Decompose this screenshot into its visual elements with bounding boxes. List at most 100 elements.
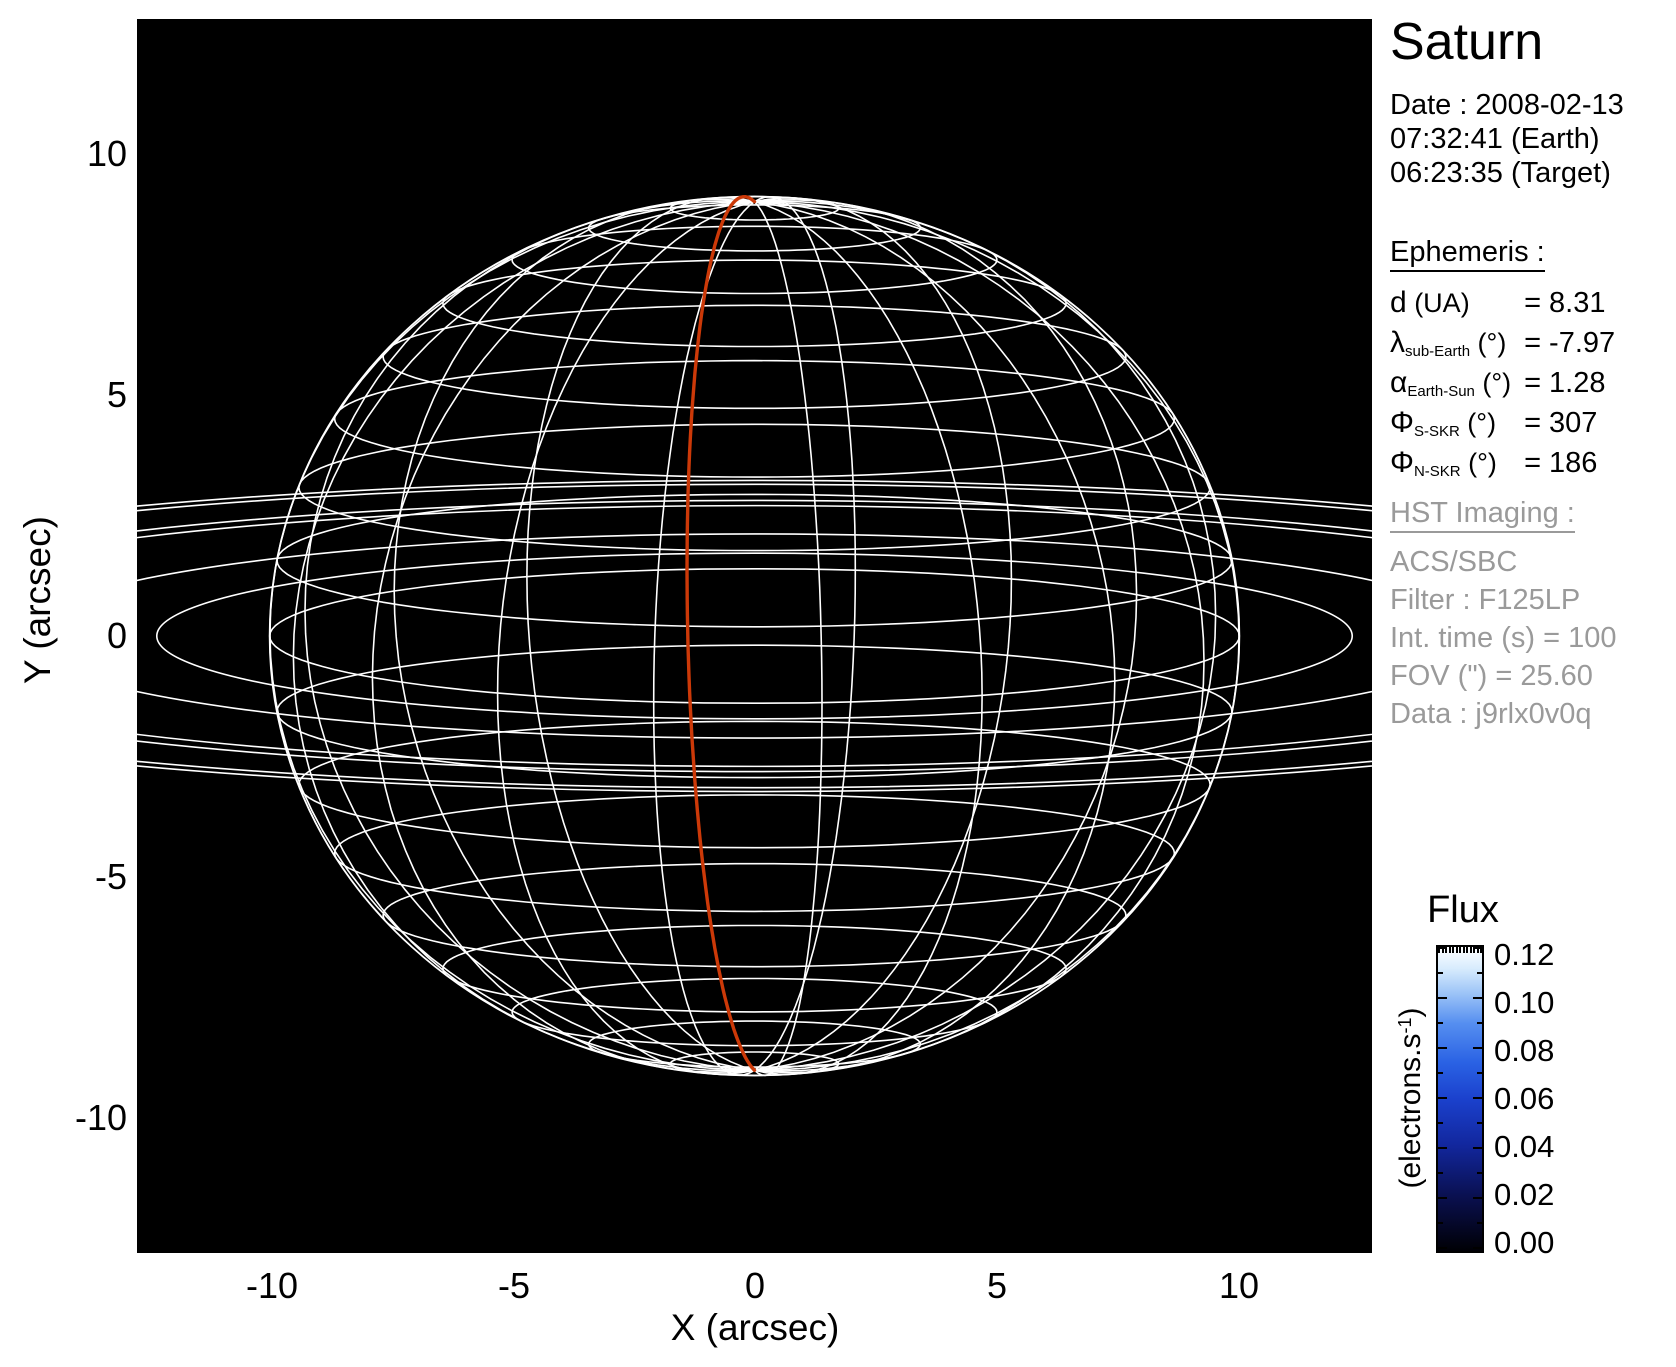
cb-label-002: 0.02 [1494, 1177, 1555, 1212]
page-title: Saturn [1390, 13, 1544, 71]
colorbar-tick-mark [1438, 1047, 1447, 1049]
x-tick-5: 5 [986, 1265, 1008, 1306]
ring-edge-ellipse [137, 504, 1372, 768]
hst-filter: Filter : F125LP [1390, 584, 1581, 616]
x-tick-m5: -5 [497, 1265, 530, 1306]
colorbar-tick-mark [1476, 947, 1479, 953]
ephemeris-row-phase-angle: αEarth-Sun (°) = 1.28 [1390, 366, 1606, 400]
cb-label-010: 0.10 [1494, 985, 1555, 1020]
meridian-circle [496, 197, 1013, 1075]
latitude-circle [587, 1020, 922, 1068]
x-tick-m10: -10 [245, 1265, 299, 1306]
ephemeris-row-phi-n-skr: ΦN-SKR (°) = 186 [1390, 446, 1598, 480]
cb-label-006: 0.06 [1494, 1081, 1555, 1116]
colorbar-tick-mark [1438, 947, 1440, 953]
colorbar-tick-mark [1477, 1022, 1482, 1024]
colorbar-tick-mark [1438, 1197, 1447, 1199]
meridian-circle [652, 195, 857, 1077]
meridian-circle [686, 195, 823, 1077]
colorbar-title: Flux [1427, 889, 1499, 931]
cb-label-000: 0.00 [1494, 1225, 1555, 1260]
ring-edge-ellipse [155, 552, 1354, 720]
date-line: Date : 2008-02-13 [1390, 89, 1624, 121]
latitude-circle [587, 204, 922, 252]
x-axis-label: X (arcsec) [670, 1307, 840, 1348]
latitude-circle [268, 568, 1241, 705]
colorbar-tick-mark [1477, 1222, 1482, 1224]
hst-imaging-heading: HST Imaging : [1390, 497, 1575, 533]
colorbar-tick-mark [1438, 1072, 1443, 1074]
colorbar-unit-label: (electrons.s-1) [1394, 1007, 1427, 1189]
meridian-circle [371, 198, 1138, 1074]
latitude-circle [333, 359, 1176, 478]
meridian-circle [304, 200, 1205, 1072]
central-meridian-red-line [685, 194, 757, 1072]
cb-label-012: 0.12 [1494, 937, 1555, 972]
colorbar-tick-mark [1448, 947, 1451, 953]
colorbar-tick-mark [1452, 947, 1454, 953]
flux-colorbar [1436, 945, 1484, 1253]
colorbar-tick-mark [1473, 1097, 1482, 1099]
colorbar-tick-mark [1438, 1172, 1443, 1174]
colorbar-tick-mark [1445, 947, 1447, 953]
hst-data-id: Data : j9rlx0v0q [1390, 698, 1592, 730]
colorbar-tick-mark [1438, 1097, 1447, 1099]
colorbar-tick-mark [1459, 947, 1461, 953]
ring-edge-ellipse [137, 479, 1372, 793]
colorbar-tick-mark [1473, 1147, 1482, 1149]
hst-fov: FOV (") = 25.60 [1390, 660, 1593, 692]
colorbar-tick-mark [1473, 947, 1475, 953]
hst-int-time: Int. time (s) = 100 [1390, 622, 1617, 654]
colorbar-tick-mark [1438, 1222, 1443, 1224]
colorbar-tick-mark [1438, 1247, 1447, 1249]
wireframe-globe-svg [137, 194, 1372, 1077]
ephemeris-block: Ephemeris : d (UA) = 8.31 λsub-Earth (°)… [1390, 236, 1615, 486]
colorbar-tick-mark [1473, 997, 1482, 999]
meridian-circle [526, 196, 983, 1076]
y-tick-m5: -5 [94, 856, 127, 897]
latitude-circle [382, 304, 1127, 410]
colorbar-tick-mark [1438, 1122, 1443, 1124]
meridian-circle [393, 198, 1116, 1074]
colorbar-tick-mark [1455, 947, 1458, 953]
cb-label-004: 0.04 [1494, 1129, 1555, 1164]
colorbar-tick-mark [1438, 972, 1443, 974]
x-tick-10: 10 [1218, 1265, 1260, 1306]
ephemeris-heading: Ephemeris : [1390, 236, 1545, 272]
colorbar-tick-mark [1438, 1147, 1447, 1149]
colorbar-tick-mark [1477, 972, 1482, 974]
latitude-circle [382, 862, 1127, 968]
ephemeris-row-phi-s-skr: ΦS-SKR (°) = 307 [1390, 406, 1598, 440]
target-time: 06:23:35 (Target) [1390, 157, 1611, 189]
colorbar-tick-mark [1473, 1047, 1482, 1049]
colorbar-tick-mark [1438, 1022, 1443, 1024]
colorbar-tick-mark [1441, 947, 1444, 953]
ephemeris-row-sub-earth-lat: λsub-Earth (°) = -7.97 [1390, 326, 1616, 360]
colorbar-tick-mark [1462, 947, 1465, 953]
ephemeris-row-distance: d (UA) = 8.31 [1390, 286, 1606, 319]
colorbar-tick-mark [1477, 1172, 1482, 1174]
colorbar-tick-mark [1477, 1072, 1482, 1074]
colorbar-tick-mark [1473, 1197, 1482, 1199]
y-tick-m10: -10 [74, 1097, 127, 1138]
cb-label-008: 0.08 [1494, 1033, 1555, 1068]
hst-imaging-lines: ACS/SBC Filter : F125LP Int. time (s) = … [1390, 543, 1616, 733]
ephemeris-rows: d (UA) = 8.31 λsub-Earth (°) = -7.97 αEa… [1390, 286, 1615, 486]
ring-edge-ellipse [137, 483, 1372, 789]
colorbar-tick-mark [1438, 997, 1447, 999]
ring-edge-ellipse [137, 533, 1372, 739]
colorbar-tick-mark [1477, 1122, 1482, 1124]
saturn-ephemeris-figure: { "title": "Saturn", "datetime": { "date… [0, 0, 1676, 1367]
y-axis-label: Y (arcsec) [17, 516, 58, 684]
hst-instrument: ACS/SBC [1390, 546, 1518, 578]
earth-time: 07:32:41 (Earth) [1390, 123, 1600, 155]
colorbar-tick-mark [1469, 947, 1472, 953]
colorbar-tick-mark [1480, 947, 1482, 953]
saturn-wireframe-plot [137, 19, 1372, 1253]
latitude-circle [333, 794, 1176, 913]
y-tick-10: 10 [86, 133, 127, 174]
x-tick-0: 0 [744, 1265, 766, 1306]
datetime-block: Date : 2008-02-13 07:32:41 (Earth) 06:23… [1390, 88, 1624, 190]
colorbar-tick-mark [1466, 947, 1468, 953]
colorbar-tick-mark [1473, 1247, 1482, 1249]
